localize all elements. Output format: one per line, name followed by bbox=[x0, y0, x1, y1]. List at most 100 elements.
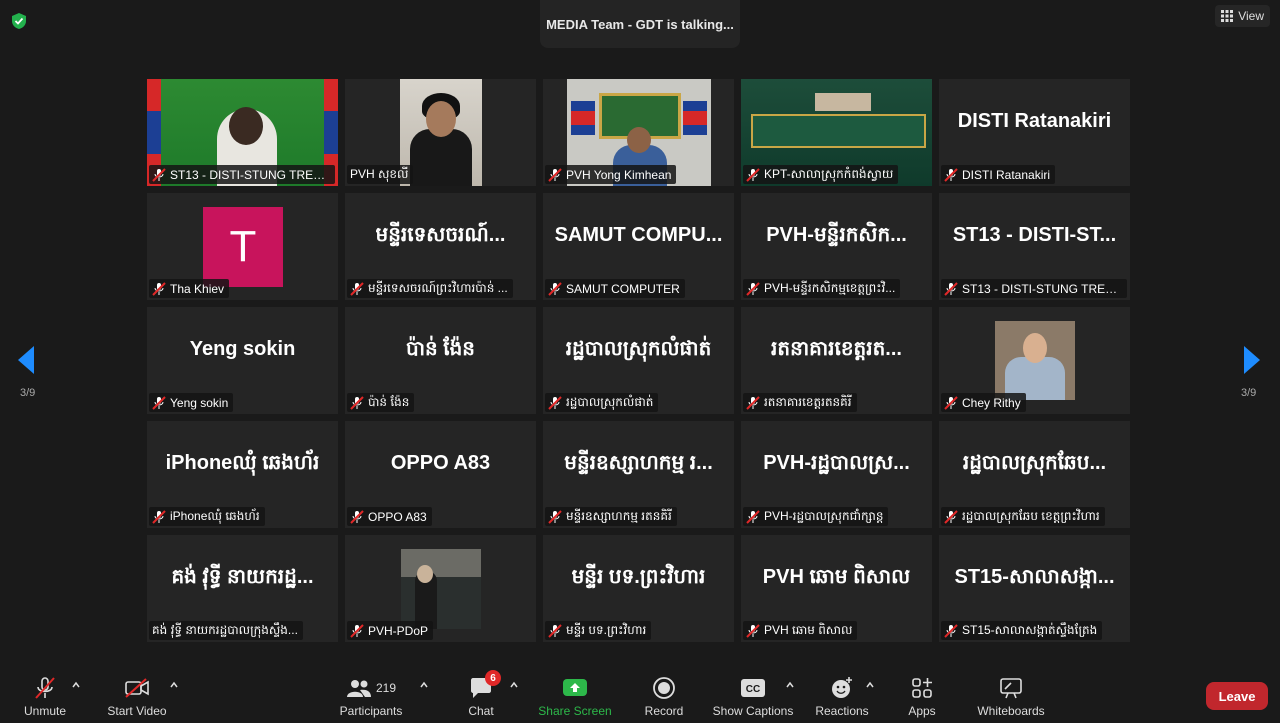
chevron-up-icon[interactable] bbox=[509, 680, 519, 690]
record-button[interactable]: Record bbox=[642, 666, 686, 723]
view-button[interactable]: View bbox=[1215, 5, 1270, 27]
video-off-icon bbox=[123, 674, 151, 702]
muted-mic-icon bbox=[944, 167, 958, 182]
participant-tile[interactable]: Yeng sokin Yeng sokin bbox=[147, 307, 338, 414]
captions-icon: CC bbox=[739, 674, 767, 702]
participant-name: រដ្ឋបាលស្រុកឆែប ខេត្តព្រះវិហារ bbox=[962, 508, 1100, 523]
participant-name: KPT-សាលាស្រុកកំពង់ស្វាយ bbox=[764, 166, 894, 181]
apps-icon bbox=[908, 674, 936, 702]
chat-button[interactable]: 6 Chat bbox=[460, 666, 502, 723]
share-screen-button[interactable]: Share Screen bbox=[536, 666, 614, 723]
previous-page-arrow-icon[interactable] bbox=[18, 346, 34, 374]
participant-tile[interactable]: PVH-PDoP bbox=[345, 535, 536, 642]
show-captions-label: Show Captions bbox=[712, 704, 794, 718]
participant-tile[interactable]: KPT-សាលាស្រុកកំពង់ស្វាយ bbox=[741, 79, 932, 186]
participants-count: 219 bbox=[375, 681, 397, 695]
participant-tile[interactable]: មន្ទីរទេសចរណ៍... មន្ទីរទេសចរណ៍ព្រះវិហារប… bbox=[345, 193, 536, 300]
participant-name-tag: Chey Rithy bbox=[941, 393, 1026, 412]
muted-mic-icon bbox=[944, 281, 958, 296]
leave-button[interactable]: Leave bbox=[1206, 682, 1268, 710]
participant-name-tag: PVH-រដ្ឋបាលស្រុកជាំក្សាន្ត bbox=[743, 507, 889, 526]
participant-tile[interactable]: គង់ វុទ្ធី នាយករដ្ឋ... គង់ វុទ្ធី នាយករដ… bbox=[147, 535, 338, 642]
grid-icon bbox=[1221, 10, 1234, 22]
chevron-up-icon[interactable] bbox=[865, 680, 875, 690]
chevron-up-icon[interactable] bbox=[785, 680, 795, 690]
participant-tile[interactable]: ST13 - DISTI-STUNG TRENG bbox=[147, 79, 338, 186]
participant-name-tag: មន្ទីរ បទ.ព្រះវិហារ bbox=[545, 621, 652, 640]
participant-name: PVH សុខលី bbox=[350, 166, 409, 181]
participant-display-name: PVH ឆោម ពិសាល bbox=[762, 565, 911, 588]
participant-tile[interactable]: iPhoneឈុំ ឆេងហ័រ iPhoneឈុំ ឆេងហ័រ bbox=[147, 421, 338, 528]
participant-name: ប៉ាន់ ង៉ែន bbox=[368, 394, 410, 409]
muted-mic-icon bbox=[746, 395, 760, 410]
shield-icon[interactable] bbox=[10, 12, 28, 30]
participant-name: PVH Yong Kimhean bbox=[566, 167, 672, 182]
unmute-label: Unmute bbox=[23, 704, 67, 718]
chevron-up-icon[interactable] bbox=[169, 680, 179, 690]
participants-button[interactable]: 219 Participants bbox=[336, 666, 406, 723]
participant-display-name: រតនាគារខេត្តរត... bbox=[771, 337, 902, 360]
next-page-arrow-icon[interactable] bbox=[1244, 346, 1260, 374]
muted-mic-icon bbox=[746, 623, 760, 638]
muted-mic-icon bbox=[548, 623, 562, 638]
reactions-label: Reactions bbox=[815, 704, 869, 718]
participant-name: ST13 - DISTI-STUNG TRENG bbox=[170, 167, 330, 182]
participant-tile[interactable]: PVH សុខលី bbox=[345, 79, 536, 186]
participant-tile[interactable]: មន្ទីរឧស្សាហកម្ម រ... មន្ទីរឧស្សាហកម្ម រ… bbox=[543, 421, 734, 528]
muted-mic-icon bbox=[944, 395, 958, 410]
record-label: Record bbox=[644, 704, 684, 718]
participant-display-name: រដ្ឋបាលស្រុកលំផាត់ bbox=[565, 337, 712, 360]
participant-tile[interactable]: រដ្ឋបាលស្រុកឆែប... រដ្ឋបាលស្រុកឆែប ខេត្ត… bbox=[939, 421, 1130, 528]
whiteboards-button[interactable]: Whiteboards bbox=[972, 666, 1050, 723]
participant-tile[interactable]: PVH-រដ្ឋបាលស្រ... PVH-រដ្ឋបាលស្រុកជាំក្ស… bbox=[741, 421, 932, 528]
participant-display-name: មន្ទីរទេសចរណ៍... bbox=[375, 223, 506, 246]
muted-mic-icon bbox=[152, 509, 166, 524]
participant-tile[interactable]: T Tha Khiev bbox=[147, 193, 338, 300]
smiley-plus-icon bbox=[828, 674, 856, 702]
participants-label: Participants bbox=[339, 704, 403, 718]
apps-button[interactable]: Apps bbox=[902, 666, 942, 723]
participant-name: iPhoneឈុំ ឆេងហ័រ bbox=[170, 508, 260, 523]
participant-name-tag: ST15-សាលាសង្កាត់ស្ទឹងត្រែង bbox=[941, 621, 1103, 640]
active-speaker-banner: MEDIA Team - GDT is talking... bbox=[540, 0, 740, 48]
participant-tile[interactable]: PVH ឆោម ពិសាល PVH ឆោម ពិសាល bbox=[741, 535, 932, 642]
participant-tile[interactable]: រដ្ឋបាលស្រុកលំផាត់ រដ្ឋបាលស្រុកលំផាត់ bbox=[543, 307, 734, 414]
participant-name-tag: មន្ទីរទេសចរណ៍ព្រះវិហារប៉ាន់ ... bbox=[347, 279, 513, 298]
start-video-label: Start Video bbox=[107, 704, 167, 718]
participant-tile[interactable]: ST15-សាលាសង្កា... ST15-សាលាសង្កាត់ស្ទឹងត… bbox=[939, 535, 1130, 642]
participant-display-name: មន្ទីរឧស្សាហកម្ម រ... bbox=[564, 451, 713, 474]
participant-name-tag: រតនាគារខេត្តរតនគិរី bbox=[743, 393, 857, 412]
participant-name-tag: Yeng sokin bbox=[149, 393, 234, 412]
start-video-button[interactable]: Start Video bbox=[104, 666, 170, 723]
show-captions-button[interactable]: CC Show Captions bbox=[710, 666, 796, 723]
participant-name-tag: PVH Yong Kimhean bbox=[545, 165, 677, 184]
whiteboards-label: Whiteboards bbox=[977, 704, 1045, 718]
chevron-up-icon[interactable] bbox=[419, 680, 429, 690]
participant-tile[interactable]: រតនាគារខេត្តរត... រតនាគារខេត្តរតនគិរី bbox=[741, 307, 932, 414]
participant-tile[interactable]: OPPO A83 OPPO A83 bbox=[345, 421, 536, 528]
chevron-up-icon[interactable] bbox=[71, 680, 81, 690]
participant-name: មន្ទីរទេសចរណ៍ព្រះវិហារប៉ាន់ ... bbox=[368, 280, 508, 295]
participant-name-tag: DISTI Ratanakiri bbox=[941, 165, 1056, 184]
participant-tile[interactable]: Chey Rithy bbox=[939, 307, 1130, 414]
participant-tile[interactable]: មន្ទីរ បទ.ព្រះវិហារ មន្ទីរ បទ.ព្រះវិហារ bbox=[543, 535, 734, 642]
share-screen-label: Share Screen bbox=[538, 704, 612, 718]
unmute-button[interactable]: Unmute bbox=[18, 666, 72, 723]
participant-video bbox=[995, 321, 1075, 400]
record-icon bbox=[650, 674, 678, 702]
participants-icon: 219 bbox=[341, 674, 401, 702]
view-label: View bbox=[1238, 9, 1264, 23]
participant-name-tag: KPT-សាលាស្រុកកំពង់ស្វាយ bbox=[743, 165, 899, 184]
participant-tile[interactable]: PVH Yong Kimhean bbox=[543, 79, 734, 186]
participant-tile[interactable]: SAMUT COMPU... SAMUT COMPUTER bbox=[543, 193, 734, 300]
participant-tile[interactable]: PVH-មន្ទីរកសិក... PVH-មន្ទីរកសិកម្មខេត្ត… bbox=[741, 193, 932, 300]
participant-tile[interactable]: ST13 - DISTI-ST... ST13 - DISTI-STUNG TR… bbox=[939, 193, 1130, 300]
reactions-button[interactable]: Reactions bbox=[814, 666, 870, 723]
participant-tile[interactable]: ប៉ាន់ ង៉ែន ប៉ាន់ ង៉ែន bbox=[345, 307, 536, 414]
muted-mic-icon bbox=[746, 167, 760, 182]
participant-name-tag: ប៉ាន់ ង៉ែន bbox=[347, 393, 415, 412]
participant-display-name: Yeng sokin bbox=[189, 338, 296, 360]
participant-tile[interactable]: DISTI Ratanakiri DISTI Ratanakiri bbox=[939, 79, 1130, 186]
muted-mic-icon bbox=[31, 674, 59, 702]
participant-name-tag: រដ្ឋបាលស្រុកឆែប ខេត្តព្រះវិហារ bbox=[941, 507, 1105, 526]
